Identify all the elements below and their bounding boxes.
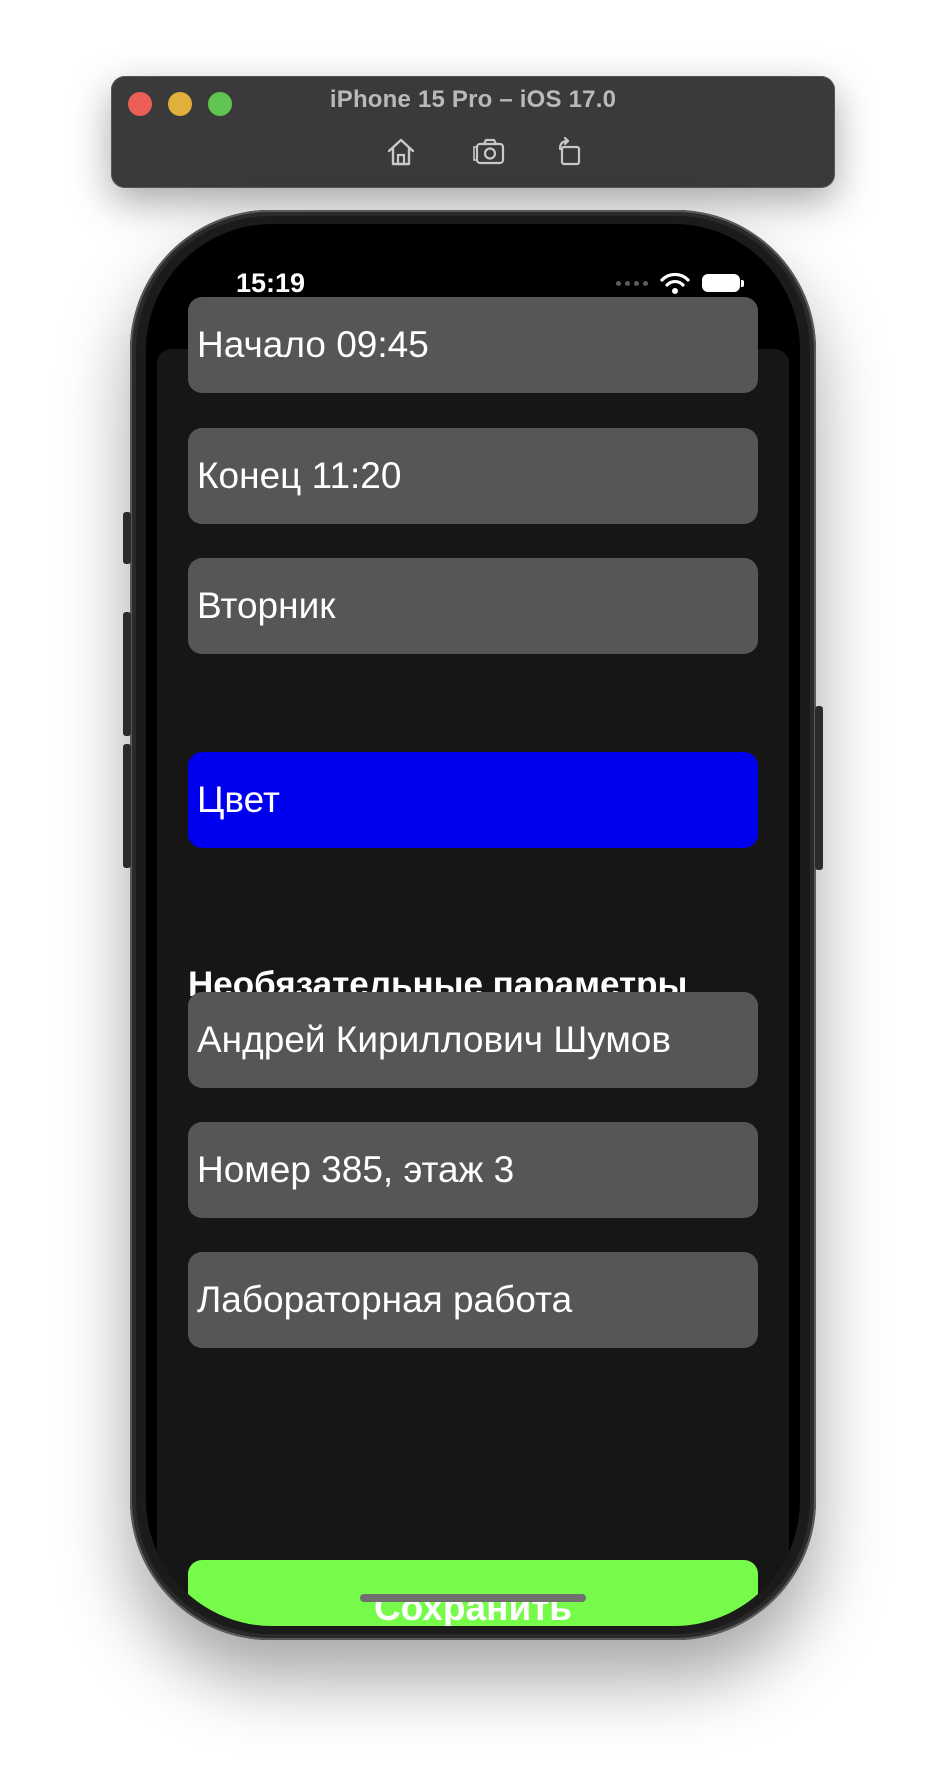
volume-up-button[interactable] <box>123 612 131 736</box>
volume-down-button[interactable] <box>123 744 131 868</box>
color-label: Цвет <box>197 779 280 820</box>
lesson-type-label: Лабораторная работа <box>197 1279 573 1320</box>
weekday-field[interactable]: Вторник <box>188 558 758 654</box>
teacher-field[interactable]: Андрей Кириллович Шумов <box>188 992 758 1088</box>
lesson-type-field[interactable]: Лабораторная работа <box>188 1252 758 1348</box>
simulator-title: iPhone 15 Pro – iOS 17.0 <box>329 86 617 113</box>
simulator-toolbar <box>111 134 835 170</box>
lesson-edit-sheet: Начало 09:45 Конец 11:20 Вторник Цвет Не… <box>157 297 789 1626</box>
simulator-stage: iPhone 15 Pro – iOS 17.0 15:19 Начало 09… <box>0 0 948 1792</box>
home-icon[interactable] <box>383 134 419 170</box>
start-time-field[interactable]: Начало 09:45 <box>188 297 758 393</box>
power-button[interactable] <box>815 706 823 870</box>
end-time-label: Конец 11:20 <box>197 455 402 496</box>
home-indicator[interactable] <box>360 1594 586 1602</box>
teacher-label: Андрей Кириллович Шумов <box>197 1019 671 1060</box>
rotate-icon[interactable] <box>551 134 587 170</box>
status-time: 15:19 <box>236 268 306 298</box>
cellular-signal-icon <box>616 280 648 286</box>
battery-icon <box>702 274 744 292</box>
color-picker-field[interactable]: Цвет <box>188 752 758 848</box>
end-time-field[interactable]: Конец 11:20 <box>188 428 758 524</box>
action-button[interactable] <box>123 512 131 564</box>
phone-screen: 15:19 Начало 09:45 Конец 11:20 Вторник Ц… <box>146 224 800 1626</box>
screenshot-icon[interactable] <box>472 134 508 170</box>
weekday-label: Вторник <box>197 585 336 626</box>
simulator-title-bar: iPhone 15 Pro – iOS 17.0 <box>111 76 835 188</box>
save-button[interactable]: Сохранить <box>188 1560 758 1626</box>
status-icons <box>616 270 744 296</box>
wifi-icon <box>660 272 690 294</box>
room-field[interactable]: Номер 385, этаж 3 <box>188 1122 758 1218</box>
room-label: Номер 385, этаж 3 <box>197 1149 515 1190</box>
start-time-label: Начало 09:45 <box>197 324 429 365</box>
